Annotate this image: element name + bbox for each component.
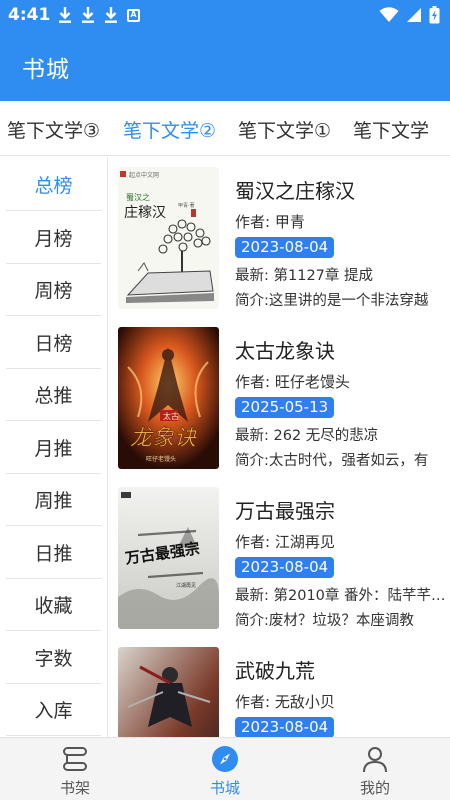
notification-icons: A: [58, 6, 140, 24]
wifi-icon: [379, 7, 399, 27]
sidebar-item-favorites[interactable]: 收藏: [6, 579, 101, 631]
sidebar-item-total-recommend[interactable]: 总推: [6, 369, 101, 421]
book-date-badge: 2023-08-04: [235, 717, 335, 737]
book-date-badge: 2025-05-13: [235, 397, 335, 418]
download-icon: [58, 6, 72, 24]
cover-title-top: 太古: [163, 411, 179, 421]
bookshelf-icon: [61, 745, 89, 773]
nav-label: 我的: [359, 779, 390, 797]
nav-label: 书架: [59, 779, 90, 797]
source-tabs: 笔下文学③ 笔下文学② 笔下文学① 笔下文学: [0, 101, 450, 156]
nav-bookshelf[interactable]: 书架: [0, 738, 150, 800]
sidebar-item-new-entries[interactable]: 入库: [6, 684, 101, 736]
sidebar-item-weekly-recommend[interactable]: 周推: [6, 474, 101, 526]
nav-label: 书城: [209, 779, 240, 797]
book-latest-chapter: 最新: 第2010章 番外：陆芊芊…: [235, 588, 445, 604]
app-notification-icon: A: [127, 8, 140, 22]
cover-author: 江湖再见: [176, 582, 196, 589]
cover-title-top: 蜀汉之: [126, 192, 150, 202]
book-latest-chapter: 最新: 第1127章 提成: [235, 268, 374, 284]
book-intro: 简介:这里讲的是一个非法穿越: [235, 293, 429, 309]
book-intro: 简介:太古时代，强者如云，有: [235, 453, 429, 469]
book-author: 作者: 无敌小贝: [235, 693, 335, 711]
book-cover[interactable]: 太古 龙象诀 旺仔老馒头: [118, 327, 219, 469]
book-intro: 简介:废材？垃圾？本座调教: [235, 613, 414, 629]
tab-source-0[interactable]: 笔下文学: [353, 116, 429, 143]
sidebar-item-word-count[interactable]: 字数: [6, 632, 101, 684]
battery-icon: [429, 6, 440, 28]
download-icon: [81, 6, 95, 24]
compass-icon: [211, 745, 239, 773]
tab-source-3[interactable]: 笔下文学③: [7, 116, 100, 143]
sidebar-item-monthly-recommend[interactable]: 月推: [6, 422, 101, 474]
book-item[interactable]: 太古 龙象诀 旺仔老馒头 太古龙象诀 作者: 旺仔老馒头 2025-05-13 …: [109, 317, 450, 477]
cover-author: 甲青·著: [178, 202, 195, 209]
tab-source-1[interactable]: 笔下文学①: [238, 116, 331, 143]
book-date-badge: 2023-08-04: [235, 237, 335, 258]
sidebar-item-monthly-rank[interactable]: 月榜: [6, 212, 101, 264]
cover-publisher: 起点中文网: [129, 171, 159, 179]
sidebar-item-total-rank[interactable]: 总榜: [6, 159, 101, 211]
book-author: 作者: 甲青: [235, 213, 305, 231]
sidebar-item-daily-rank[interactable]: 日榜: [6, 317, 101, 369]
book-title[interactable]: 蜀汉之庄稼汉: [235, 175, 355, 204]
book-title[interactable]: 太古龙象诀: [235, 335, 335, 364]
nav-profile[interactable]: 我的: [300, 738, 450, 800]
system-icons: [379, 6, 440, 28]
book-author: 作者: 旺仔老馒头: [235, 373, 350, 391]
signal-icon: [406, 7, 422, 27]
cover-title-main: 龙象诀: [130, 426, 197, 451]
book-cover[interactable]: [118, 647, 219, 737]
book-title[interactable]: 万古最强宗: [235, 495, 335, 524]
cover-author: 旺仔老馒头: [146, 455, 176, 463]
status-bar: 4:41 A: [0, 0, 450, 30]
ranking-sidebar: 总榜 月榜 周榜 日榜 总推 月推 周推 日推 收藏 字数 入库: [0, 157, 108, 737]
book-author: 作者: 江湖再见: [235, 533, 335, 551]
book-list: 起点中文网 蜀汉之 庄稼汉 甲青·著 蜀汉之庄稼汉 作者: 甲青 2023-08…: [109, 157, 450, 737]
book-item[interactable]: 武破九荒 作者: 无敌小贝 2023-08-04: [109, 637, 450, 737]
page-title: 书城: [22, 57, 70, 83]
cover-title-main: 庄稼汉: [124, 204, 166, 221]
book-cover[interactable]: 万古最强宗 江湖再见: [118, 487, 219, 629]
bottom-navigation: 书架 书城 我的: [0, 737, 450, 800]
book-item[interactable]: 起点中文网 蜀汉之 庄稼汉 甲青·著 蜀汉之庄稼汉 作者: 甲青 2023-08…: [109, 157, 450, 317]
book-item[interactable]: 万古最强宗 江湖再见 万古最强宗 作者: 江湖再见 2023-08-04 最新:…: [109, 477, 450, 637]
book-latest-chapter: 最新: 262 无尽的悲凉: [235, 428, 379, 444]
person-icon: [361, 745, 389, 773]
sidebar-item-weekly-rank[interactable]: 周榜: [6, 264, 101, 316]
app-bar: 4:41 A 书城: [0, 0, 450, 101]
sidebar-item-daily-recommend[interactable]: 日推: [6, 527, 101, 579]
tab-source-2[interactable]: 笔下文学②: [123, 116, 216, 143]
book-title[interactable]: 武破九荒: [235, 655, 315, 684]
status-time: 4:41: [8, 5, 51, 25]
book-date-badge: 2023-08-04: [235, 557, 335, 578]
book-cover[interactable]: 起点中文网 蜀汉之 庄稼汉 甲青·著: [118, 167, 219, 309]
nav-bookstore[interactable]: 书城: [150, 738, 300, 800]
download-icon: [104, 6, 118, 24]
